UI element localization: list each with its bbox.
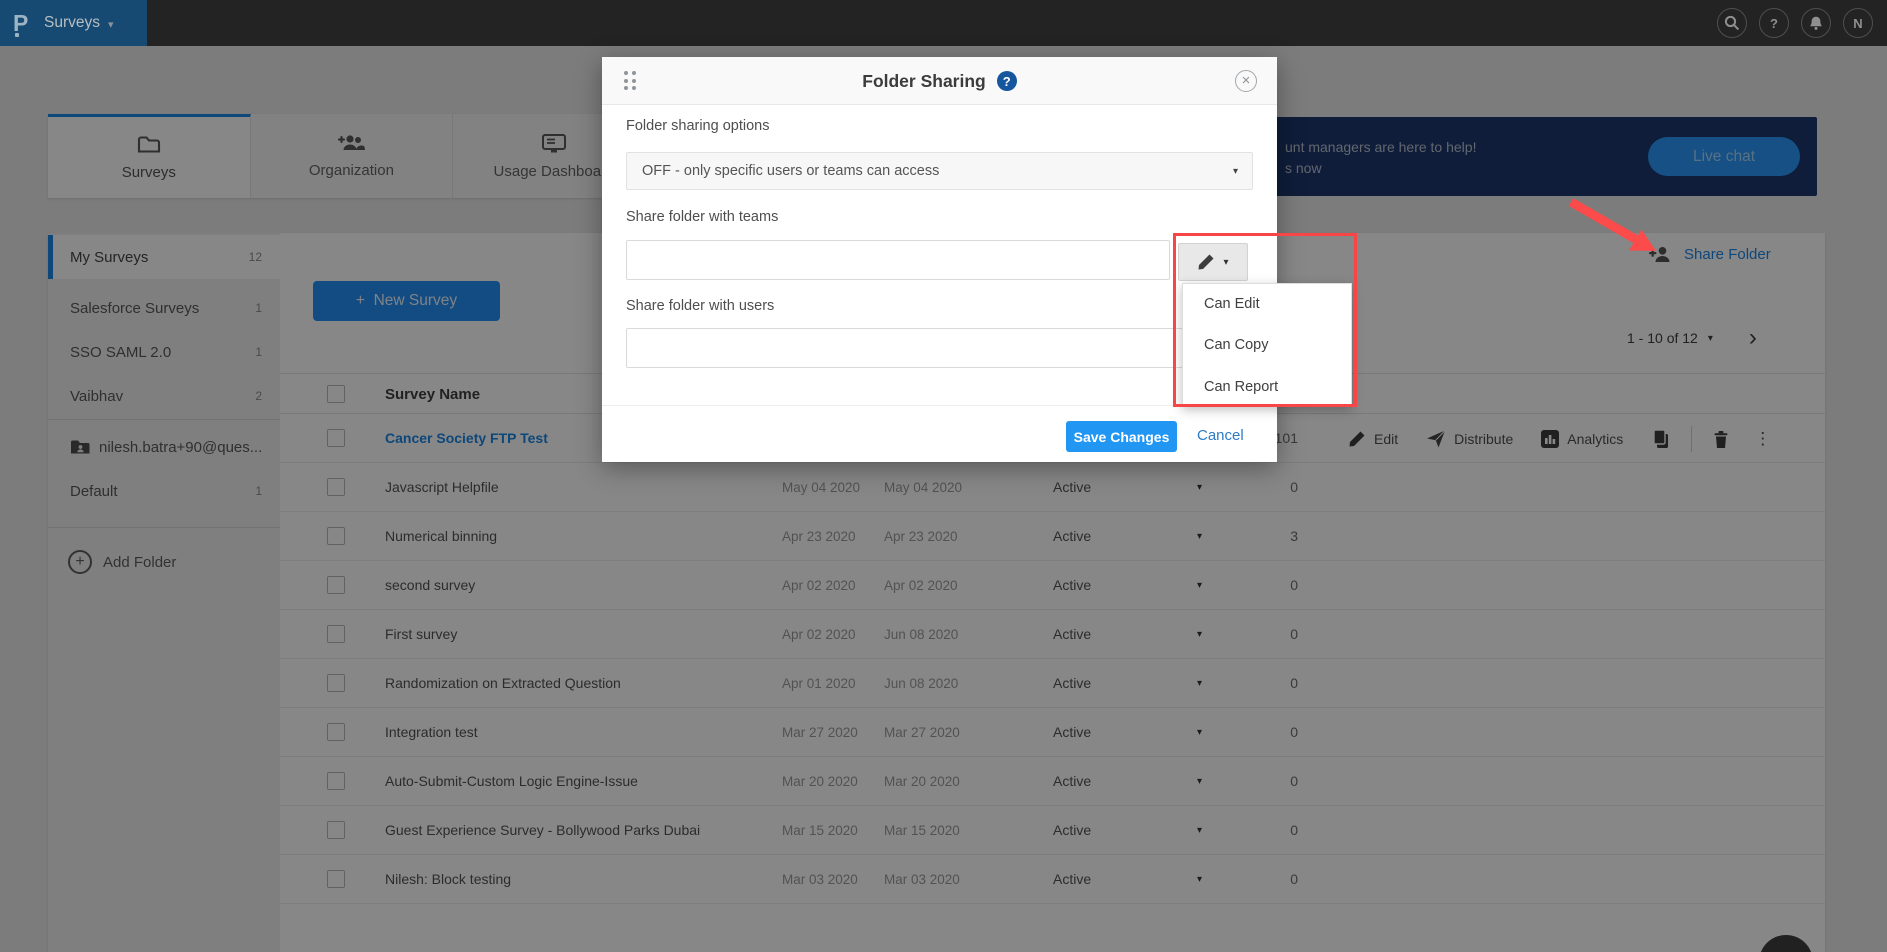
product-menu-label: Surveys: [44, 14, 100, 32]
account-avatar[interactable]: N: [1843, 8, 1873, 38]
topbar: P Surveys ▾ ? N: [0, 0, 1887, 46]
chevron-down-icon: ▾: [108, 18, 114, 31]
screen: P Surveys ▾ ? N Surveys Organization Usa…: [0, 0, 1887, 952]
question-icon: ?: [1770, 16, 1778, 31]
avatar-initial: N: [1853, 16, 1862, 31]
folder-sharing-modal: Folder Sharing ? × Folder sharing option…: [602, 57, 1277, 462]
product-menu[interactable]: P Surveys ▾: [0, 0, 147, 46]
modal-header[interactable]: Folder Sharing ? ×: [602, 57, 1277, 105]
menu-item-can-edit[interactable]: Can Edit: [1183, 284, 1351, 325]
share-users-label: Share folder with users: [626, 298, 774, 314]
menu-item-can-copy[interactable]: Can Copy: [1183, 325, 1351, 366]
menu-item-can-report[interactable]: Can Report: [1183, 367, 1351, 408]
permission-menu: Can Edit Can Copy Can Report: [1182, 283, 1352, 407]
save-changes-button[interactable]: Save Changes: [1066, 421, 1177, 452]
topbar-icons: ? N: [1717, 8, 1873, 38]
caret-down-icon: ▾: [1223, 257, 1228, 268]
questionpro-logo-icon: P: [13, 8, 37, 38]
modal-help-icon[interactable]: ?: [997, 71, 1017, 91]
cancel-button[interactable]: Cancel: [1197, 427, 1244, 444]
search-icon: [1724, 15, 1740, 31]
pencil-icon: [1197, 253, 1215, 271]
bell-icon: [1808, 15, 1824, 31]
help-button[interactable]: ?: [1759, 8, 1789, 38]
sharing-options-select[interactable]: OFF - only specific users or teams can a…: [626, 152, 1253, 190]
modal-footer-divider: [602, 405, 1277, 406]
share-teams-input[interactable]: [626, 240, 1170, 280]
notifications-button[interactable]: [1801, 8, 1831, 38]
permission-dropdown-button[interactable]: ▾: [1178, 243, 1248, 281]
share-teams-label: Share folder with teams: [626, 209, 778, 225]
share-users-input[interactable]: [626, 328, 1253, 368]
search-button[interactable]: [1717, 8, 1747, 38]
sharing-options-label: Folder sharing options: [626, 118, 769, 134]
select-caret-icon: ▾: [1233, 154, 1238, 190]
modal-title: Folder Sharing: [862, 71, 985, 92]
close-icon[interactable]: ×: [1235, 70, 1257, 92]
